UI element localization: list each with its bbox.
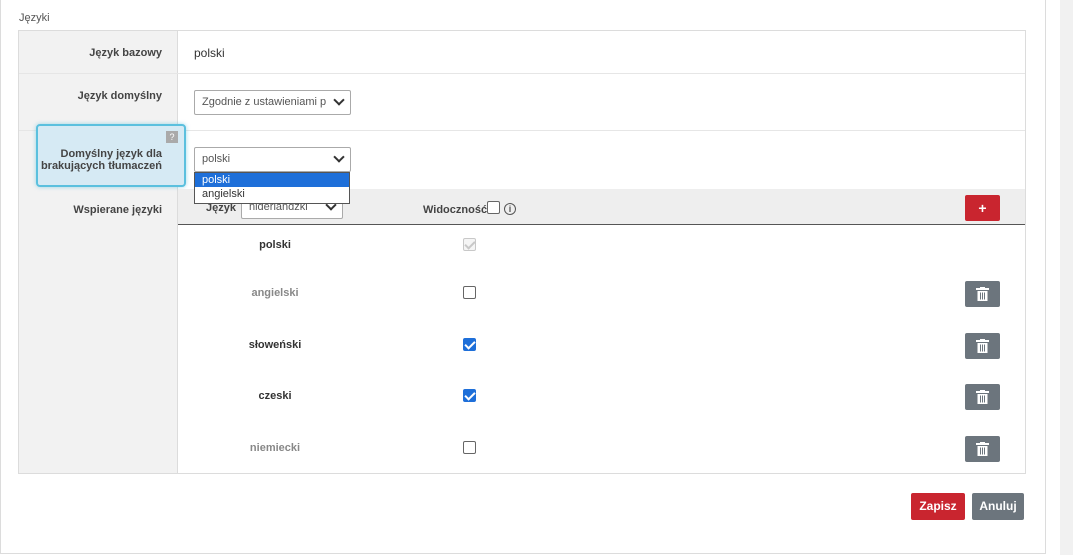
language-name: czeski <box>258 390 292 402</box>
save-button[interactable]: Zapisz <box>911 493 965 520</box>
language-name: polski <box>259 239 291 251</box>
language-name: słoweński <box>248 339 302 351</box>
base-language-label: Język bazowy <box>89 47 162 59</box>
cancel-button[interactable]: Anuluj <box>972 493 1024 520</box>
row-divider <box>19 73 1025 74</box>
visibility-checkbox[interactable] <box>463 441 476 454</box>
languages-form: Język bazowy polski Język domyślny Zgodn… <box>18 30 1026 474</box>
visibility-column-header: Widoczność <box>423 204 488 216</box>
trash-icon <box>976 442 989 456</box>
trash-icon <box>976 390 989 404</box>
section-title: Języki <box>19 12 50 24</box>
missing-translations-label: Domyślny język dla brakujących tłumaczeń <box>41 148 162 172</box>
visibility-checkbox[interactable] <box>463 286 476 299</box>
missing-translations-dropdown[interactable]: polski angielski <box>194 172 350 204</box>
visibility-checkbox[interactable] <box>463 338 476 351</box>
delete-button[interactable] <box>965 281 1000 307</box>
add-language-button[interactable]: + <box>965 195 1000 221</box>
default-language-select-value: Zgodnie z ustawieniami p <box>202 96 327 108</box>
supported-languages-label: Wspierane języki <box>73 204 162 216</box>
missing-translations-select-value: polski <box>202 153 231 165</box>
visibility-checkbox[interactable] <box>463 389 476 402</box>
trash-icon <box>976 287 989 301</box>
default-language-select[interactable]: Zgodnie z ustawieniami p <box>194 90 351 115</box>
delete-button[interactable] <box>965 333 1000 359</box>
label-line-2: brakujących tłumaczeń <box>40 160 162 172</box>
default-language-label: Język domyślny <box>77 90 162 102</box>
visibility-checkbox <box>463 238 476 251</box>
missing-translations-select[interactable]: polski <box>194 147 351 172</box>
language-name: niemiecki <box>249 442 301 454</box>
delete-button[interactable] <box>965 384 1000 410</box>
help-icon[interactable]: ? <box>166 131 178 143</box>
label-line-1: Domyślny język dla <box>60 148 163 160</box>
delete-button[interactable] <box>965 436 1000 462</box>
info-icon[interactable]: i <box>504 203 516 215</box>
scrollbar-track[interactable] <box>1060 0 1073 555</box>
base-language-value: polski <box>194 46 225 60</box>
dropdown-option[interactable]: polski <box>195 173 349 187</box>
visibility-all-checkbox[interactable] <box>487 201 500 214</box>
missing-translations-label-box[interactable]: ? Domyślny język dla brakujących tłumacz… <box>36 124 186 187</box>
dropdown-option[interactable]: angielski <box>195 187 349 201</box>
language-name: angielski <box>251 287 299 299</box>
chevron-down-icon <box>333 94 345 106</box>
chevron-down-icon <box>333 151 345 163</box>
trash-icon <box>976 339 989 353</box>
